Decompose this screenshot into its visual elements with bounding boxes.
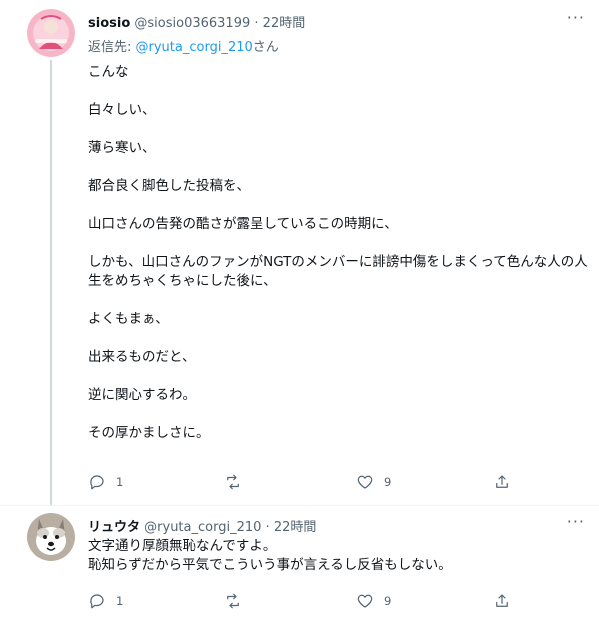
avatar[interactable]	[27, 9, 75, 57]
heart-icon	[357, 594, 373, 608]
tweet-paragraph: 逆に関心するわ。	[88, 387, 196, 403]
tweet-paragraph: よくもまぁ、	[88, 311, 169, 327]
separator-dot: ·	[265, 520, 270, 535]
user-handle[interactable]: @ryuta_corgi_210	[144, 520, 261, 535]
more-options-icon[interactable]: ···	[567, 8, 585, 27]
avatar[interactable]	[27, 513, 75, 561]
thread-line	[50, 60, 52, 505]
reply-count: 1	[116, 594, 124, 608]
tweet-paragraph: 薄ら寒い、	[88, 140, 156, 156]
tweet-line: 恥知らずだから平気でこういう事が言えるし反省もしない。	[88, 557, 452, 573]
tweet-header: siosio @siosio03663199 · 22時間	[88, 12, 305, 31]
like-button[interactable]: 9	[356, 472, 391, 492]
avatar-image	[27, 513, 75, 561]
display-name[interactable]: siosio	[88, 16, 130, 31]
retweet-button[interactable]	[224, 472, 252, 492]
tweet-paragraph: こんな	[88, 64, 129, 80]
like-button[interactable]: 9	[356, 591, 391, 611]
tweet-paragraph: 都合良く脚色した投稿を、	[88, 178, 250, 194]
reply-to-mention[interactable]: @ryuta_corgi_210	[136, 40, 253, 55]
timestamp[interactable]: 22時間	[274, 520, 317, 535]
tweet[interactable]: siosio @siosio03663199 · 22時間 ··· 返信先: @…	[0, 0, 599, 506]
tweet-text: こんな 白々しい、 薄ら寒い、 都合良く脚色した投稿を、 山口さんの告発の酷さが…	[88, 63, 588, 462]
like-count: 9	[384, 594, 392, 608]
separator-dot: ·	[254, 16, 259, 31]
timestamp[interactable]: 22時間	[263, 16, 306, 31]
tweet-paragraph: 白々しい、	[88, 102, 156, 118]
reply-to-label: 返信先:	[88, 40, 136, 55]
tweet-paragraph: しかも、山口さんのファンがNGTのメンバーに誹謗中傷をしまくって色んな人の人生を…	[88, 254, 588, 289]
tweet-actions: 1 9	[88, 591, 528, 611]
retweet-icon	[227, 593, 239, 609]
user-handle[interactable]: @siosio03663199	[134, 16, 250, 31]
tweet-paragraph: 山口さんの告発の酷さが露呈しているこの時期に、	[88, 216, 398, 232]
share-button[interactable]	[493, 591, 511, 611]
more-options-icon[interactable]: ···	[567, 512, 585, 531]
like-count: 9	[384, 475, 392, 489]
reply-button[interactable]: 1	[88, 591, 123, 611]
reply-icon	[90, 594, 104, 609]
reply-to-line: 返信先: @ryuta_corgi_210さん	[88, 36, 279, 55]
share-button[interactable]	[493, 472, 511, 492]
reply-count: 1	[116, 475, 124, 489]
display-name[interactable]: リュウタ	[88, 520, 140, 535]
retweet-icon	[227, 474, 239, 490]
share-icon	[496, 594, 508, 607]
tweet-header: リュウタ @ryuta_corgi_210 · 22時間	[88, 516, 316, 535]
reply-to-suffix: さん	[252, 40, 279, 55]
reply-button[interactable]: 1	[88, 472, 123, 492]
reply-icon	[90, 475, 104, 490]
tweet-paragraph: その厚かましさに。	[88, 425, 210, 441]
avatar-image	[27, 9, 75, 57]
tweet-line: 文字通り厚顔無恥なんですよ。	[88, 538, 277, 554]
tweet-actions: 1 9	[88, 472, 528, 492]
tweet[interactable]: リュウタ @ryuta_corgi_210 · 22時間 ··· 文字通り厚顔無…	[0, 505, 599, 625]
tweet-paragraph: 出来るものだと、	[88, 349, 196, 365]
heart-icon	[357, 475, 373, 489]
tweet-text: 文字通り厚顔無恥なんですよ。 恥知らずだから平気でこういう事が言えるし反省もしな…	[88, 537, 588, 575]
retweet-button[interactable]	[224, 591, 252, 611]
share-icon	[496, 475, 508, 488]
